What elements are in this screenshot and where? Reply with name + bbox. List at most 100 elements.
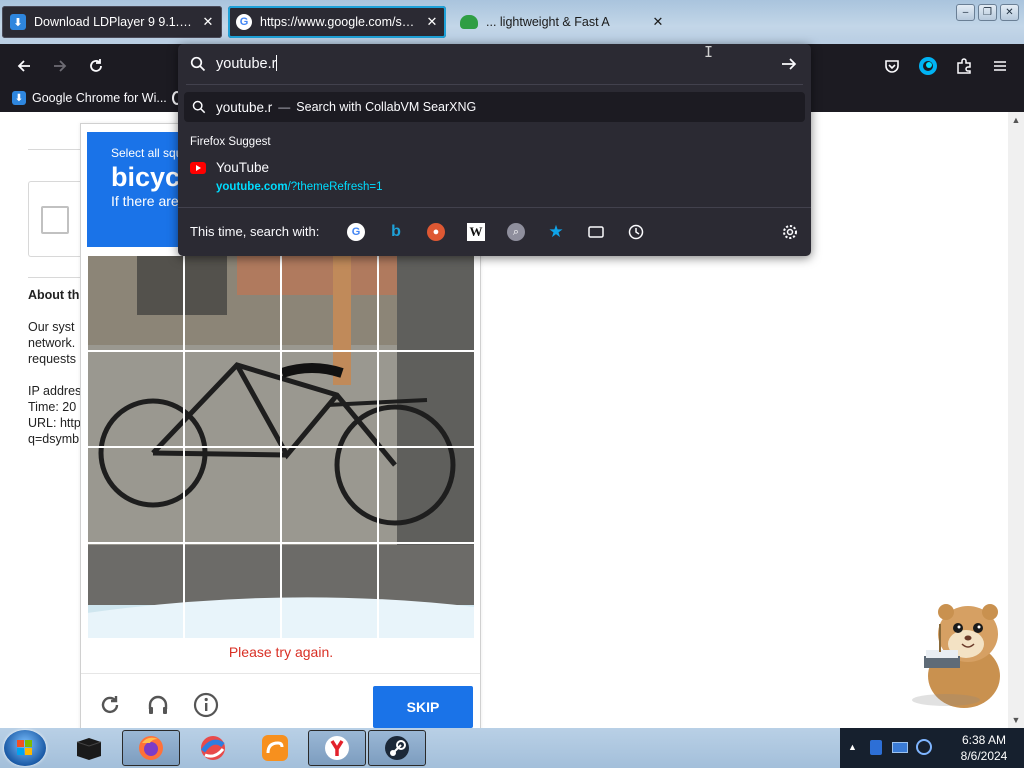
headphones-icon [148,695,168,714]
scroll-down-icon[interactable]: ▼ [1008,712,1024,728]
reload-challenge-button[interactable] [95,690,125,720]
captcha-tile[interactable] [184,255,281,351]
captcha-tile[interactable] [184,351,281,447]
audio-challenge-button[interactable] [143,690,173,720]
bookmark-chrome[interactable]: ⬇ Google Chrome for Wi... [12,91,167,105]
suggestion-separator: — [278,100,291,114]
info-line: Time: 20 [28,400,77,414]
youtube-icon [190,162,206,174]
wikipedia-engine-icon[interactable]: W [467,223,485,241]
taskbar-app-browser[interactable] [184,730,242,766]
info-icon [193,692,219,718]
hamster-mascot [912,604,1000,708]
captcha-tile[interactable] [87,447,184,543]
search-with-label: This time, search with: [190,224,320,239]
captcha-tile[interactable] [378,447,475,543]
body-line: Our syst [28,320,75,334]
restore-button[interactable]: ❐ [978,4,997,21]
minimize-button[interactable]: – [956,4,975,21]
searxng-engine-icon[interactable]: ⌕ [507,223,525,241]
bing-engine-icon[interactable]: b [387,223,405,241]
body-line: network. [28,336,76,350]
ldplayer-icon [76,738,102,760]
taskbar-app-steam[interactable] [368,730,426,766]
youtube-suggestion-title[interactable]: YouTube [216,160,269,175]
captcha-tile[interactable] [378,255,475,351]
captcha-tile[interactable] [281,543,378,639]
search-suggestion[interactable]: youtube.r — Search with CollabVM SearXNG [184,92,805,122]
url-input[interactable]: youtube.r [178,44,811,84]
extensions-button[interactable] [953,55,975,77]
volume-icon[interactable] [916,739,932,755]
info-line: q=dsymb [28,432,80,446]
tab-close-icon[interactable]: ✕ [650,14,666,30]
divider [186,84,803,85]
tabs-icon[interactable] [587,223,605,241]
youtube-suggestion-url[interactable]: youtube.com/?themeRefresh=1 [216,181,383,193]
swirl-browser-icon [200,736,225,760]
taskbar-clock[interactable]: 6:38 AM 8/6/2024 [944,732,1024,764]
tab-close-icon[interactable]: ✕ [424,14,440,30]
start-button[interactable] [4,730,46,766]
skip-button[interactable]: SKIP [373,686,473,728]
network-icon[interactable] [892,742,908,753]
forward-button[interactable] [49,55,71,77]
menu-button[interactable] [989,55,1011,77]
tray-expand-icon[interactable]: ▲ [848,742,857,752]
taskbar-app-firefox[interactable] [122,730,180,766]
clock-time: 6:38 AM [961,733,1007,747]
reload-icon [101,696,119,714]
scroll-up-icon[interactable]: ▲ [1008,112,1024,128]
captcha-tile[interactable] [281,351,378,447]
tab-label: Download LDPlayer 9 9.1.20.0 fo [34,15,194,29]
captcha-tile[interactable] [378,351,475,447]
close-window-button[interactable]: ✕ [1000,4,1019,21]
divider [28,149,88,150]
forward-arrow-icon [54,60,67,72]
puzzle-icon [957,58,971,74]
captcha-tile[interactable] [281,255,378,351]
divider [28,277,88,278]
tray-app-icon[interactable] [870,740,882,755]
windows-logo-icon [17,740,32,755]
account-button[interactable] [917,55,939,77]
tab-ldplayer[interactable]: ⬇ Download LDPlayer 9 9.1.20.0 fo ✕ [2,6,222,38]
captcha-tile[interactable] [184,447,281,543]
back-button[interactable] [13,55,35,77]
recaptcha-checkbox[interactable] [41,206,69,234]
go-arrow-icon [782,58,797,70]
tab-google-search[interactable]: G https://www.google.com/search ✕ [228,6,446,38]
captcha-tile[interactable] [87,351,184,447]
taskbar-app-ldplayer[interactable] [60,730,118,766]
captcha-tile[interactable] [87,543,184,639]
captcha-tile[interactable] [281,447,378,543]
search-settings-gear-icon[interactable] [781,223,799,241]
taskbar-app-uc-browser[interactable] [246,730,304,766]
info-button[interactable] [191,690,221,720]
pocket-button[interactable] [881,55,903,77]
text-cursor-icon: I [704,43,714,61]
duckduckgo-engine-icon[interactable]: ● [427,223,445,241]
google-engine-icon[interactable]: G [347,223,365,241]
tab-frog[interactable]: ... lightweight & Fast A ✕ [452,6,672,38]
reload-button[interactable] [85,55,107,77]
pocket-icon [885,60,899,73]
recaptcha-box [28,181,80,257]
captcha-tile[interactable] [87,255,184,351]
firefox-icon [139,736,163,760]
captcha-tile[interactable] [378,543,475,639]
download-icon: ⬇ [10,14,26,30]
suggestion-action: Search with CollabVM SearXNG [296,100,477,114]
bookmark-label: Google Chrome for Wi... [32,91,167,105]
captcha-tile[interactable] [184,543,281,639]
tab-close-icon[interactable]: ✕ [200,14,216,30]
download-icon: ⬇ [12,91,26,105]
bookmarks-star-icon[interactable]: ★ [547,222,565,241]
tab-label: https://www.google.com/search [260,15,418,29]
history-clock-icon[interactable] [627,223,645,241]
page-scrollbar[interactable]: ▲ ▼ [1008,112,1024,728]
clock-date: 8/6/2024 [960,749,1008,763]
taskbar-app-yandex[interactable] [308,730,366,766]
body-line: requests [28,352,76,366]
google-icon: G [236,14,252,30]
